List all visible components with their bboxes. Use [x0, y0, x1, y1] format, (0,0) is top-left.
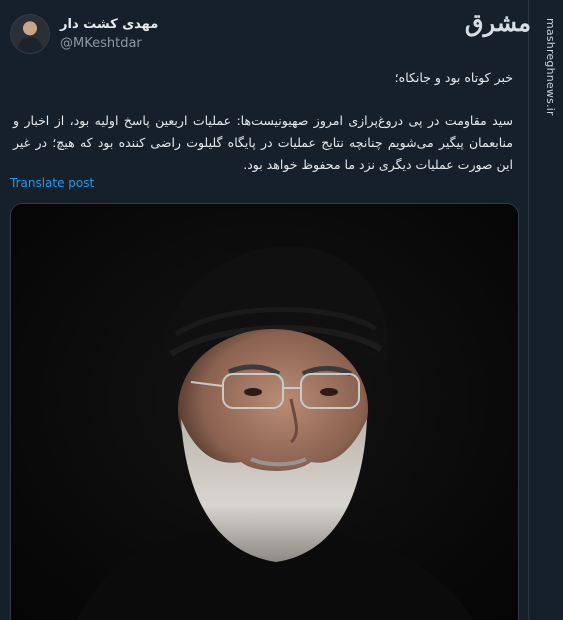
portrait-photo	[11, 204, 518, 620]
user-handle[interactable]: @MKeshtdar	[60, 34, 158, 53]
tweet-media-image[interactable]	[10, 203, 519, 620]
tweet-screenshot: مهدی کشت دار @MKeshtdar مشرق mashreghnew…	[0, 0, 563, 620]
tweet-text: سید مقاومت در پی دروغ‌پرازی امروز صهیونی…	[13, 113, 513, 172]
source-watermark: مشرق mashreghnews.ir	[465, 8, 557, 120]
tweet-header: مهدی کشت دار @MKeshtdar	[10, 14, 158, 54]
tweet-headline: خبر کوتاه بود و جانکاه؛	[394, 70, 513, 85]
watermark-site: mashreghnews.ir	[544, 18, 557, 116]
watermark-logo: مشرق	[464, 8, 531, 37]
translate-post-link[interactable]: Translate post	[10, 176, 94, 190]
user-names: مهدی کشت دار @MKeshtdar	[60, 15, 158, 53]
user-avatar[interactable]	[10, 14, 50, 54]
display-name[interactable]: مهدی کشت دار	[60, 15, 158, 34]
